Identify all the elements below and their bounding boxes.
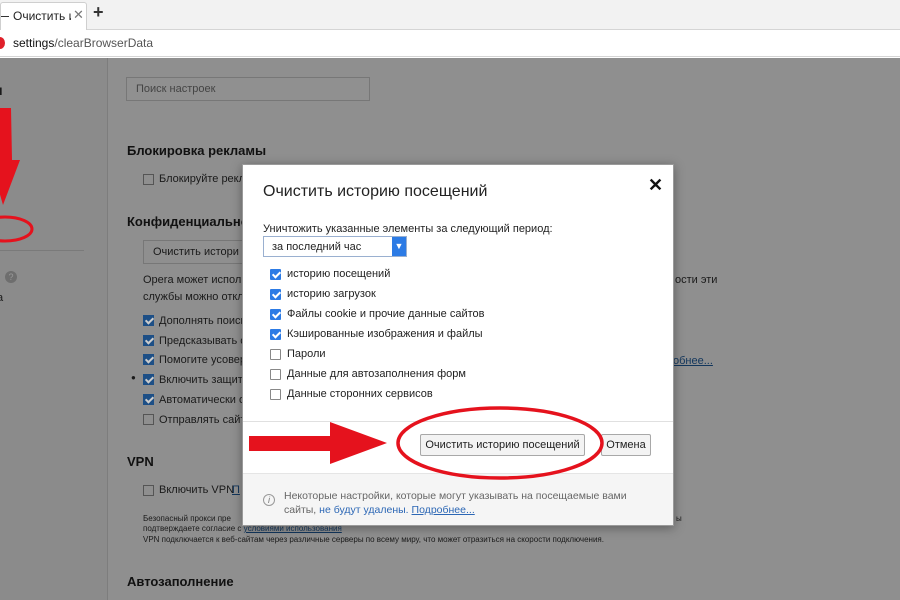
privacy-option-label: Помогите усовер xyxy=(159,354,247,366)
sidebar-divider xyxy=(0,250,84,251)
section-title-ads: Блокировка рекламы xyxy=(127,143,267,158)
tab-menu-dash xyxy=(1,16,9,17)
dialog-footer: i Некоторые настройки, которые могут ука… xyxy=(243,473,673,525)
ads-option-label: Блокируйте рекл xyxy=(159,173,246,185)
learn-more-link[interactable]: Подробнее... xyxy=(412,504,475,516)
search-placeholder: Поиск настроек xyxy=(136,83,216,95)
period-select[interactable]: за последний час ▼ xyxy=(263,236,407,257)
info-icon: i xyxy=(263,494,275,506)
period-label: Уничтожить указанные элементы за следующ… xyxy=(263,223,553,235)
vpn-note-line1-tail: ы xyxy=(676,514,682,523)
dialog-divider xyxy=(243,421,673,422)
tab-title: Очистить и xyxy=(13,9,71,23)
privacy-option-label: Автоматически о xyxy=(159,394,246,406)
clear-history-bg-button[interactable]: Очистить истори xyxy=(143,240,243,264)
address-host: settings xyxy=(13,36,55,50)
downloads-checkbox[interactable] xyxy=(270,289,281,300)
privacy-option-label: Отправлять сайт xyxy=(159,414,246,426)
privacy-option-checkbox[interactable] xyxy=(143,394,154,405)
cache-checkbox-label: Кэшированные изображения и файлы xyxy=(287,328,483,340)
vpn-checkbox[interactable] xyxy=(143,485,154,496)
privacy-option-checkbox[interactable] xyxy=(143,374,154,385)
third-party-checkbox[interactable] xyxy=(270,389,281,400)
vpn-option-label: Включить VPN xyxy=(159,484,235,496)
third-party-checkbox-label: Данные сторонних сервисов xyxy=(287,388,433,400)
privacy-desc-line2: службы можно откл xyxy=(143,291,244,303)
tab-active[interactable]: Очистить и ✕ xyxy=(0,2,87,30)
history-checkbox-label: историю посещений xyxy=(287,268,391,280)
section-title-vpn: VPN xyxy=(127,454,154,469)
sidebar-heading: и xyxy=(0,82,3,98)
new-tab-button[interactable]: + xyxy=(93,2,104,23)
close-icon[interactable]: ✕ xyxy=(648,175,663,196)
help-icon[interactable]: ? xyxy=(5,271,17,283)
cookies-checkbox[interactable] xyxy=(270,309,281,320)
clear-history-bg-label: Очистить истори xyxy=(153,246,239,258)
privacy-more-link[interactable]: обнее... xyxy=(673,355,713,367)
section-title-autofill: Автозаполнение xyxy=(127,574,234,589)
passwords-checkbox[interactable] xyxy=(270,349,281,360)
history-checkbox[interactable] xyxy=(270,269,281,280)
period-select-value: за последний час xyxy=(272,241,362,253)
passwords-checkbox-label: Пароли xyxy=(287,348,326,360)
cookies-checkbox-label: Файлы cookie и прочие данные сайтов xyxy=(287,308,485,320)
section-title-privacy: Конфиденциальнос xyxy=(127,214,256,229)
cache-checkbox[interactable] xyxy=(270,329,281,340)
address-text[interactable]: settings/clearBrowserData xyxy=(13,36,153,50)
settings-search-input[interactable]: Поиск настроек xyxy=(126,77,370,101)
address-path: /clearBrowserData xyxy=(54,36,154,50)
autofill-checkbox[interactable] xyxy=(270,369,281,380)
sidebar: и ? а xyxy=(0,58,108,600)
privacy-option-label: Дополнять поиск xyxy=(159,315,246,327)
chevron-down-icon[interactable]: ▼ xyxy=(392,237,406,256)
privacy-option-label: Включить защиту xyxy=(159,374,249,386)
privacy-option-checkbox[interactable] xyxy=(143,315,154,326)
vpn-note-line1: Безопасный прокси пре xyxy=(143,514,231,523)
tab-bar: Очистить и ✕ + xyxy=(0,0,900,30)
footer-em-link[interactable]: не будут удалены. xyxy=(319,504,408,516)
opera-logo-icon xyxy=(0,37,5,49)
clear-history-dialog: Очистить историю посещений ✕ Уничтожить … xyxy=(242,164,674,526)
downloads-checkbox-label: историю загрузок xyxy=(287,288,376,300)
sidebar-item[interactable]: а xyxy=(0,292,3,304)
vpn-note-line2-text: подтверждаете согласие с xyxy=(143,524,242,533)
privacy-option-checkbox[interactable] xyxy=(143,335,154,346)
footer-text: Некоторые настройки, которые могут указы… xyxy=(284,489,644,517)
address-bar[interactable]: settings/clearBrowserData xyxy=(0,30,900,57)
dialog-title: Очистить историю посещений xyxy=(263,183,488,200)
privacy-option-checkbox[interactable] xyxy=(143,414,154,425)
vpn-note-line3: VPN подключается к веб-сайтам через разл… xyxy=(143,535,604,544)
vpn-option-link[interactable]: П xyxy=(232,484,240,496)
privacy-option-checkbox[interactable] xyxy=(143,354,154,365)
privacy-option-label: Предсказывать с xyxy=(159,335,246,347)
bullet-dot: ● xyxy=(131,373,136,382)
autofill-checkbox-label: Данные для автозаполнения форм xyxy=(287,368,466,380)
cancel-button[interactable]: Отмена xyxy=(601,434,651,456)
privacy-desc-tail: ости эти xyxy=(675,274,718,286)
tab-close-icon[interactable]: ✕ xyxy=(73,7,84,23)
privacy-desc-line1: Opera может испол xyxy=(143,274,242,286)
clear-history-button[interactable]: Очистить историю посещений xyxy=(420,434,585,456)
ads-checkbox[interactable] xyxy=(143,174,154,185)
